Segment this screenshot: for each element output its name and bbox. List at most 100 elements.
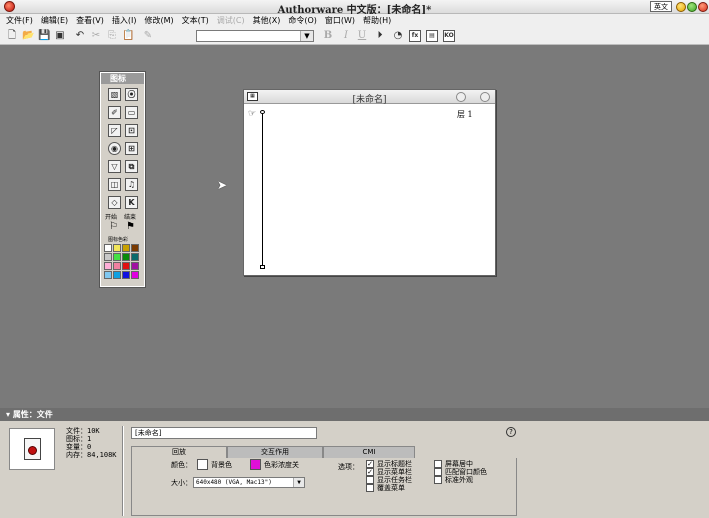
maximize-button[interactable]: [687, 2, 697, 12]
flowline-close-button[interactable]: [480, 92, 490, 102]
document-icon: [24, 438, 41, 460]
new-icon[interactable]: 🗋: [6, 30, 18, 42]
memory-stat: 内存：84,108K: [66, 451, 117, 459]
option-checkbox[interactable]: [434, 476, 442, 484]
icon-color-swatch[interactable]: [131, 262, 139, 270]
chevron-down-icon[interactable]: ▼: [293, 478, 304, 487]
menu-item[interactable]: 窗口(W): [325, 15, 355, 26]
cut-icon[interactable]: ✂: [90, 30, 102, 42]
menu-item[interactable]: 文本(T): [182, 15, 209, 26]
icon-color-swatch[interactable]: [122, 271, 130, 279]
end-flag-icon[interactable]: ⚑: [126, 221, 135, 232]
paste-icon[interactable]: 📋: [122, 30, 134, 42]
knowledge-object-icon[interactable]: K: [125, 196, 138, 209]
option-checkbox[interactable]: [366, 476, 374, 484]
menu-item[interactable]: 修改(M): [144, 15, 173, 26]
layer-label: 层 1: [457, 110, 473, 119]
minimize-button[interactable]: [676, 2, 686, 12]
icon-color-swatch[interactable]: [104, 253, 112, 261]
option-label: 覆盖菜单: [377, 484, 405, 492]
file-name-input[interactable]: [未命名]: [131, 427, 317, 439]
undo-icon[interactable]: ↶: [74, 30, 86, 42]
icon-color-swatch[interactable]: [113, 244, 121, 252]
control-panel-icon[interactable]: ◔: [392, 30, 404, 42]
icon-color-swatch[interactable]: [131, 271, 139, 279]
icon-color-swatch[interactable]: [131, 253, 139, 261]
knowledge-objects-icon[interactable]: KO: [443, 30, 455, 42]
open-icon[interactable]: 📂: [22, 30, 34, 42]
menu-item[interactable]: 其他(X): [253, 15, 281, 26]
paste-hand-icon[interactable]: ☞: [248, 109, 256, 119]
size-select[interactable]: 640x480 (VGA, Mac13") ▼: [193, 477, 305, 488]
icon-color-swatch[interactable]: [113, 253, 121, 261]
tab-interaction[interactable]: 交互作用: [227, 446, 323, 458]
icon-color-swatch[interactable]: [122, 262, 130, 270]
chevron-down-icon[interactable]: ▼: [300, 31, 313, 41]
tab-playback[interactable]: 回放: [131, 446, 227, 458]
icon-color-swatch[interactable]: [104, 271, 112, 279]
decision-icon[interactable]: ◉: [108, 142, 121, 155]
icon-color-swatch[interactable]: [122, 253, 130, 261]
flowline-minimize-button[interactable]: [456, 92, 466, 102]
menu-item[interactable]: 插入(I): [112, 15, 137, 26]
save-all-icon[interactable]: 💾: [38, 30, 50, 42]
run-icon[interactable]: ⏵: [374, 30, 386, 42]
find-icon[interactable]: ✎: [142, 30, 154, 42]
option-checkbox[interactable]: [366, 484, 374, 492]
functions-icon[interactable]: fx: [409, 30, 421, 42]
sound-icon[interactable]: ♫: [125, 178, 138, 191]
font-select[interactable]: ▼: [196, 30, 314, 42]
icon-color-swatch[interactable]: [113, 271, 121, 279]
interaction-icon[interactable]: ⊞: [125, 142, 138, 155]
option-checkbox[interactable]: ✓: [366, 460, 374, 468]
icon-color-swatch[interactable]: [104, 262, 112, 270]
help-icon[interactable]: ?: [506, 427, 516, 437]
erase-icon[interactable]: ✐: [108, 106, 121, 119]
video-icon[interactable]: ◇: [108, 196, 121, 209]
calculation-icon[interactable]: ▽: [108, 160, 121, 173]
motion-icon[interactable]: ⦿: [125, 88, 138, 101]
flowline-title-bar[interactable]: ▦ [未命名]: [244, 90, 495, 105]
flowline[interactable]: [262, 113, 263, 266]
start-flag-icon[interactable]: ⚐: [109, 221, 118, 232]
chroma-key-swatch[interactable]: [250, 459, 261, 470]
bold-button[interactable]: B: [322, 30, 334, 42]
menu-item[interactable]: 调试(C): [217, 15, 245, 26]
tab-cmi[interactable]: CMI: [323, 446, 415, 458]
framework-icon[interactable]: ⊡: [125, 124, 138, 137]
copy-icon[interactable]: ⎘: [106, 30, 118, 42]
wait-icon[interactable]: ▭: [125, 106, 138, 119]
option-checkbox[interactable]: [434, 460, 442, 468]
option-row[interactable]: 覆盖菜单: [366, 484, 412, 492]
collapse-arrow-icon[interactable]: ▾: [6, 410, 13, 419]
properties-bar[interactable]: ▾ 属性：文件: [0, 408, 709, 421]
background-color-swatch[interactable]: [197, 459, 208, 470]
option-label: 标准外观: [445, 476, 473, 484]
menu-item[interactable]: 帮助(H): [363, 15, 391, 26]
option-row[interactable]: 标准外观: [434, 476, 487, 484]
option-checkbox[interactable]: ✓: [366, 468, 374, 476]
variables-icon[interactable]: ▤: [426, 30, 438, 42]
close-button[interactable]: [698, 2, 708, 12]
icon-color-swatch[interactable]: [122, 244, 130, 252]
underline-button[interactable]: U: [356, 30, 368, 42]
menu-item[interactable]: 文件(F): [6, 15, 33, 26]
option-checkbox[interactable]: [434, 468, 442, 476]
display-icon[interactable]: ▧: [108, 88, 121, 101]
palette-title[interactable]: 图标: [101, 73, 144, 84]
menu-item[interactable]: 编辑(E): [41, 15, 68, 26]
flowline-end-marker: [260, 265, 265, 269]
ime-indicator[interactable]: 英文: [650, 1, 672, 12]
icon-color-swatch[interactable]: [113, 262, 121, 270]
icon-color-swatch[interactable]: [131, 244, 139, 252]
import-icon[interactable]: ▣: [54, 30, 66, 42]
chroma-key-label: 色彩浓度关: [264, 461, 299, 469]
menu-item[interactable]: 查看(V): [76, 15, 104, 26]
italic-button[interactable]: I: [340, 30, 352, 42]
menu-item[interactable]: 命令(O): [288, 15, 317, 26]
navigate-icon[interactable]: ◸: [108, 124, 121, 137]
icon-color-swatch[interactable]: [104, 244, 112, 252]
digital-movie-icon[interactable]: ◫: [108, 178, 121, 191]
map-icon[interactable]: ⧉: [125, 160, 138, 173]
divider: [122, 426, 123, 516]
